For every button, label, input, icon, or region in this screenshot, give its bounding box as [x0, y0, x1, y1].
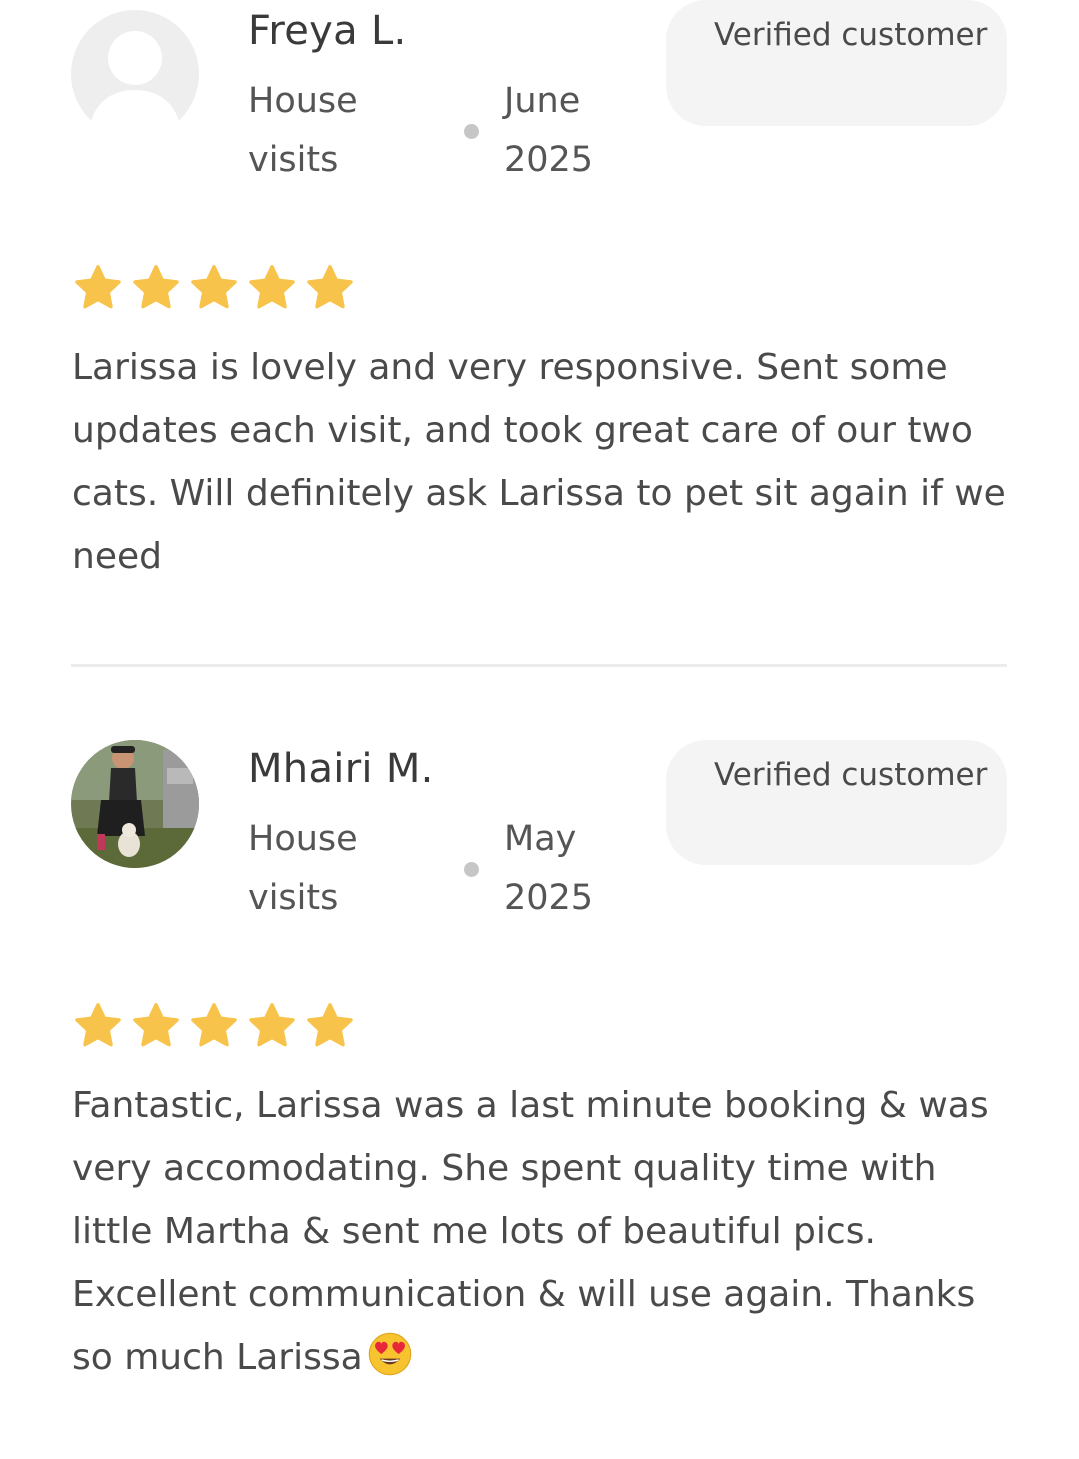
verified-customer-badge: Verified customer: [666, 0, 1007, 126]
verified-customer-badge: Verified customer: [666, 740, 1007, 865]
avatar[interactable]: [71, 10, 199, 138]
separator-dot: [464, 124, 479, 139]
star-icon: [249, 1003, 295, 1047]
star-icon: [191, 1003, 237, 1047]
star-icon: [133, 1003, 179, 1047]
review-text: Fantastic, Larissa was a last minute boo…: [72, 1085, 989, 1378]
service-type: House visits: [248, 81, 358, 180]
heart-eyes-emoji: [368, 1332, 411, 1376]
star-icon: [75, 1003, 121, 1047]
user-photo-avatar: [71, 740, 199, 868]
separator-dot: [464, 862, 479, 877]
star-icon: [307, 1003, 353, 1047]
review-text: Larissa is lovely and very responsive. S…: [72, 347, 1006, 577]
star-rating: [72, 262, 356, 316]
divider: [71, 664, 1007, 667]
star-icon: [249, 265, 295, 309]
default-user-silhouette-icon: [71, 10, 199, 138]
review-date: June 2025: [504, 81, 594, 180]
star-rating: [72, 1000, 356, 1054]
review-date: May 2025: [504, 819, 594, 918]
star-icon: [133, 265, 179, 309]
reviewer-name: Freya L.: [248, 8, 407, 54]
avatar[interactable]: [71, 740, 199, 868]
star-icon: [191, 265, 237, 309]
service-type: House visits: [248, 819, 358, 918]
reviewer-name: Mhairi M.: [248, 746, 434, 792]
review-text-container: Fantastic, Larissa was a last minute boo…: [72, 1074, 1012, 1389]
star-icon: [75, 265, 121, 309]
star-icon: [307, 265, 353, 309]
